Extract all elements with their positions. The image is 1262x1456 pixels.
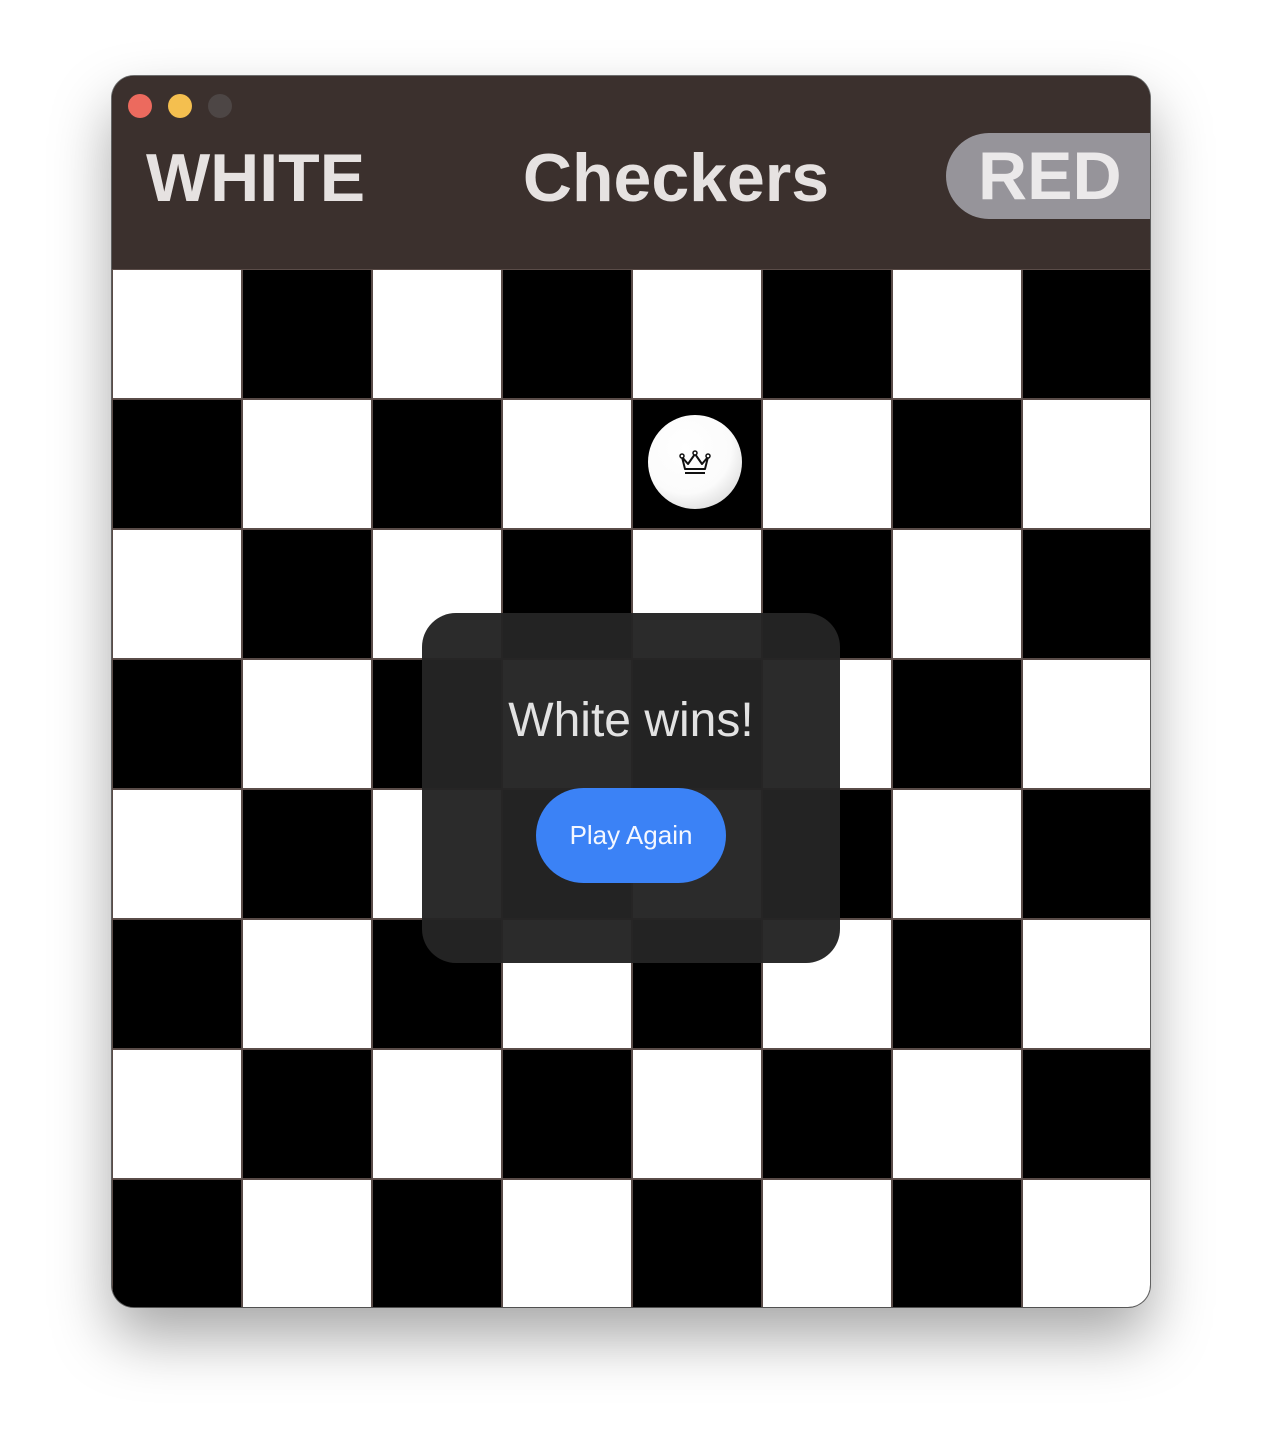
board-square-7-0[interactable] bbox=[112, 1179, 242, 1307]
board-square-1-0[interactable] bbox=[112, 399, 242, 529]
crown-icon bbox=[679, 450, 711, 474]
board-square-1-1[interactable] bbox=[242, 399, 372, 529]
minimize-window-button[interactable] bbox=[168, 94, 192, 118]
board-square-0-0[interactable] bbox=[112, 269, 242, 399]
board-square-6-7[interactable] bbox=[1022, 1049, 1150, 1179]
board-square-3-7[interactable] bbox=[1022, 659, 1150, 789]
board-square-6-5[interactable] bbox=[762, 1049, 892, 1179]
red-player-label-active: RED bbox=[946, 133, 1150, 219]
white-king-piece[interactable] bbox=[648, 415, 742, 509]
board-square-2-1[interactable] bbox=[242, 529, 372, 659]
board-square-5-6[interactable] bbox=[892, 919, 1022, 1049]
board-square-5-0[interactable] bbox=[112, 919, 242, 1049]
board-square-0-3[interactable] bbox=[502, 269, 632, 399]
board-square-3-1[interactable] bbox=[242, 659, 372, 789]
game-over-dialog: White wins! Play Again bbox=[422, 613, 840, 963]
board-square-4-6[interactable] bbox=[892, 789, 1022, 919]
board-square-0-2[interactable] bbox=[372, 269, 502, 399]
title-bar: WHITE Checkers RED bbox=[112, 76, 1150, 269]
board-square-0-5[interactable] bbox=[762, 269, 892, 399]
board-square-2-7[interactable] bbox=[1022, 529, 1150, 659]
board-square-7-2[interactable] bbox=[372, 1179, 502, 1307]
board-square-6-6[interactable] bbox=[892, 1049, 1022, 1179]
board-square-3-6[interactable] bbox=[892, 659, 1022, 789]
board-square-6-2[interactable] bbox=[372, 1049, 502, 1179]
board-square-0-7[interactable] bbox=[1022, 269, 1150, 399]
board-square-6-4[interactable] bbox=[632, 1049, 762, 1179]
board-square-7-1[interactable] bbox=[242, 1179, 372, 1307]
board-square-1-5[interactable] bbox=[762, 399, 892, 529]
board-square-5-7[interactable] bbox=[1022, 919, 1150, 1049]
board-square-7-3[interactable] bbox=[502, 1179, 632, 1307]
maximize-window-button[interactable] bbox=[208, 94, 232, 118]
board-square-1-3[interactable] bbox=[502, 399, 632, 529]
board-square-6-3[interactable] bbox=[502, 1049, 632, 1179]
board-square-7-6[interactable] bbox=[892, 1179, 1022, 1307]
board-square-3-0[interactable] bbox=[112, 659, 242, 789]
app-window: WHITE Checkers RED White wins! Play Agai… bbox=[112, 76, 1150, 1307]
board-square-7-4[interactable] bbox=[632, 1179, 762, 1307]
close-window-button[interactable] bbox=[128, 94, 152, 118]
play-again-button[interactable]: Play Again bbox=[536, 788, 726, 883]
board-square-7-7[interactable] bbox=[1022, 1179, 1150, 1307]
board-square-1-2[interactable] bbox=[372, 399, 502, 529]
winner-message: White wins! bbox=[508, 694, 754, 747]
board-square-4-1[interactable] bbox=[242, 789, 372, 919]
board-square-0-6[interactable] bbox=[892, 269, 1022, 399]
board-square-2-6[interactable] bbox=[892, 529, 1022, 659]
board-square-6-0[interactable] bbox=[112, 1049, 242, 1179]
board-square-1-6[interactable] bbox=[892, 399, 1022, 529]
board-square-4-0[interactable] bbox=[112, 789, 242, 919]
board-square-0-4[interactable] bbox=[632, 269, 762, 399]
board-square-7-5[interactable] bbox=[762, 1179, 892, 1307]
board-square-1-7[interactable] bbox=[1022, 399, 1150, 529]
board-square-6-1[interactable] bbox=[242, 1049, 372, 1179]
board-square-2-0[interactable] bbox=[112, 529, 242, 659]
board-square-5-1[interactable] bbox=[242, 919, 372, 1049]
board-square-0-1[interactable] bbox=[242, 269, 372, 399]
board-square-4-7[interactable] bbox=[1022, 789, 1150, 919]
